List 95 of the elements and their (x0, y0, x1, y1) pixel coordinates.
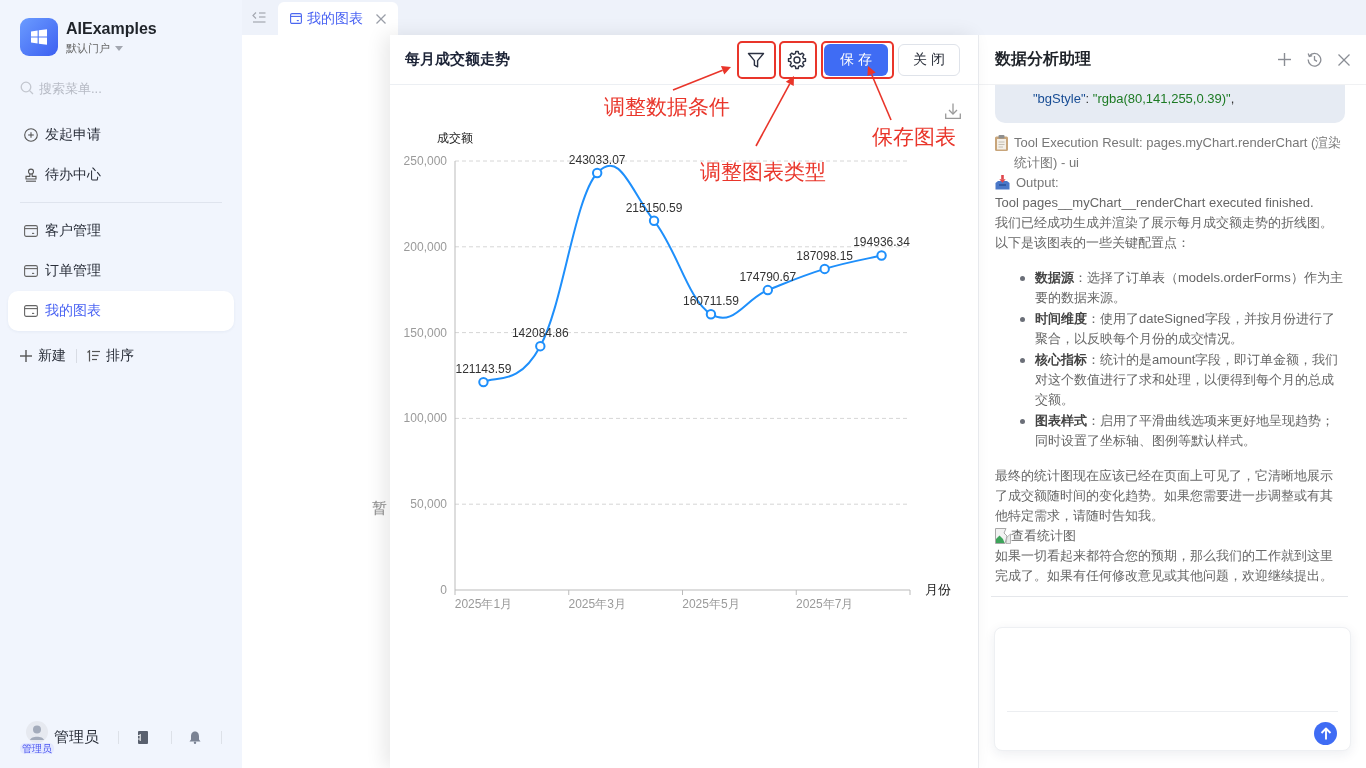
assistant-title: 数据分析助理 (995, 49, 1091, 69)
image-alt-text: 查看统计图 (1011, 527, 1076, 545)
y-axis-label: 100,000 (403, 411, 447, 426)
download-icon[interactable] (945, 102, 961, 119)
search-icon (20, 81, 34, 95)
list-item-text: 图表样式：启用了平滑曲线选项来更好地呈现趋势；同时设置了坐标轴、图例等默认样式。 (1035, 412, 1335, 450)
bullet-icon (1020, 358, 1025, 363)
sidebar-menu-item[interactable]: 待办中心 (8, 155, 234, 195)
filter-icon (747, 50, 765, 69)
data-point[interactable] (648, 215, 660, 226)
y-axis-label: 200,000 (403, 239, 447, 254)
data-point[interactable] (535, 341, 546, 352)
sidebar-menu-item[interactable]: 我的图表 (8, 291, 234, 331)
y-axis-label: 250,000 (403, 154, 447, 168)
data-label: 194936.34 (853, 235, 910, 250)
tab[interactable]: 我的图表 (278, 2, 398, 35)
annotation-arrow (867, 66, 892, 121)
data-point[interactable] (592, 167, 603, 179)
close-icon[interactable] (376, 13, 386, 24)
plus-icon[interactable] (1278, 53, 1291, 66)
message-text: 我们已经成功生成并渲染了展示每月成交额走势的折线图。 (995, 214, 1334, 232)
arrow-up-icon (1319, 727, 1332, 740)
list-item-text: 核心指标：统计的是amount字段，即订单金额，我们对这个数值进行了求和处理，以便得到每个月的总成交额。 (1035, 351, 1340, 409)
x-axis-label: 2025年3月 (568, 597, 626, 611)
user-name[interactable]: 管理员 (54, 727, 99, 747)
card-icon (24, 305, 38, 317)
sidebar-menu-item[interactable]: 客户管理 (8, 211, 234, 251)
close-icon[interactable] (1338, 53, 1350, 66)
plus-circle-icon (24, 128, 38, 142)
list-item-text: 数据源：选择了订单表（models.orderForms）作为主要的数据来源。 (1035, 269, 1344, 307)
bell-icon[interactable] (189, 730, 201, 744)
search-field[interactable]: 搜索菜单... (39, 80, 219, 96)
sidebar-menu-item[interactable]: 订单管理 (8, 251, 234, 291)
message-text: Tool pages__myChart__renderChart executed finished. (995, 194, 1315, 212)
card-icon (24, 225, 38, 237)
settings-icon (787, 49, 807, 70)
new-button[interactable]: 新建 (20, 347, 66, 365)
x-axis-label: 2025年5月 (682, 597, 740, 611)
data-point[interactable] (819, 263, 830, 275)
annotation-label: 调整图表类型 (700, 160, 826, 184)
x-axis-label: 2025年1月 (454, 597, 513, 611)
annotation-arrow (755, 76, 794, 147)
y-axis-title: 成交额 (437, 131, 473, 145)
bullet-icon (1020, 419, 1025, 424)
broken-image-icon (995, 528, 1011, 544)
list-item-text: 时间维度：使用了dateSigned字段，并按月份进行了聚合，以反映每个月份的成交情况。 (1035, 310, 1336, 348)
app-name: AIExamples (66, 19, 157, 39)
data-label: 174790.67 (739, 270, 797, 285)
history-icon[interactable] (1307, 52, 1322, 67)
card-icon (24, 265, 38, 277)
portal-selector[interactable]: 默认门户 (66, 41, 110, 55)
stamp-icon (24, 168, 38, 182)
user-badge: 管理员 (20, 743, 54, 754)
x-axis-title: 月份 (925, 582, 951, 597)
bullet-icon (1020, 317, 1025, 322)
sort-button[interactable]: 排序 (87, 347, 134, 365)
sidebar-menu-item[interactable]: 发起申请 (8, 115, 234, 155)
annotation-arrow (672, 66, 731, 91)
highlight-box (779, 41, 817, 79)
x-axis-label: 2025年7月 (796, 597, 854, 611)
save-button[interactable]: 保存 (824, 43, 888, 76)
tool-result-text: Tool Execution Result: pages.myChart.renderChart (渲染统计图) - ui (1014, 134, 1343, 172)
logo-icon (20, 18, 58, 56)
message-text: 以下是该图表的一些关键配置点： (995, 234, 1191, 252)
send-button[interactable] (1314, 722, 1337, 745)
data-point[interactable] (478, 376, 489, 388)
panel-title: 每月成交额走势 (405, 50, 510, 69)
book-icon[interactable] (138, 730, 148, 744)
collapse-sidebar-icon[interactable] (252, 11, 266, 23)
data-point[interactable] (762, 284, 773, 296)
annotation-label: 保存图表 (872, 125, 956, 149)
bullet-icon (1020, 276, 1025, 281)
caret-icon[interactable] (115, 45, 123, 51)
data-label: 243033.07 (568, 152, 626, 167)
data-point[interactable] (705, 309, 717, 320)
highlight-box (737, 41, 776, 79)
y-axis-label: 150,000 (403, 325, 447, 340)
message-text: 最终的统计图现在应该已经在页面上可见了，它清晰地展示了成交额随时间的变化趋势。如果您需要进一步调整或有其他特定需求，请随时告知我。 (995, 467, 1334, 525)
avatar-icon[interactable] (26, 721, 48, 743)
plus-icon (20, 350, 32, 362)
y-axis-label: 50,000 (410, 497, 447, 512)
empty-state-text: 暂 (372, 499, 387, 516)
clipboard-icon (995, 135, 1008, 151)
inbox-tray-icon (995, 175, 1010, 190)
data-point[interactable] (876, 250, 887, 261)
output-label: Output: (1016, 174, 1059, 192)
sort-icon (87, 350, 100, 362)
message-text: 如果一切看起来都符合您的预期，那么我们的工作就到这里完成了。如果有任何修改意见或其他问题，欢迎继续提出。 (995, 547, 1334, 585)
card-icon (290, 13, 302, 24)
annotation-label: 调整数据条件 (604, 95, 730, 119)
close-button[interactable]: 关闭 (898, 43, 960, 76)
y-axis-label: 0 (440, 583, 447, 597)
code-line: "bgStyle": "rgba(80,141,255,0.39)", (1033, 90, 1236, 108)
data-label: 187098.15 (796, 248, 854, 263)
data-label: 121143.59 (455, 362, 512, 377)
